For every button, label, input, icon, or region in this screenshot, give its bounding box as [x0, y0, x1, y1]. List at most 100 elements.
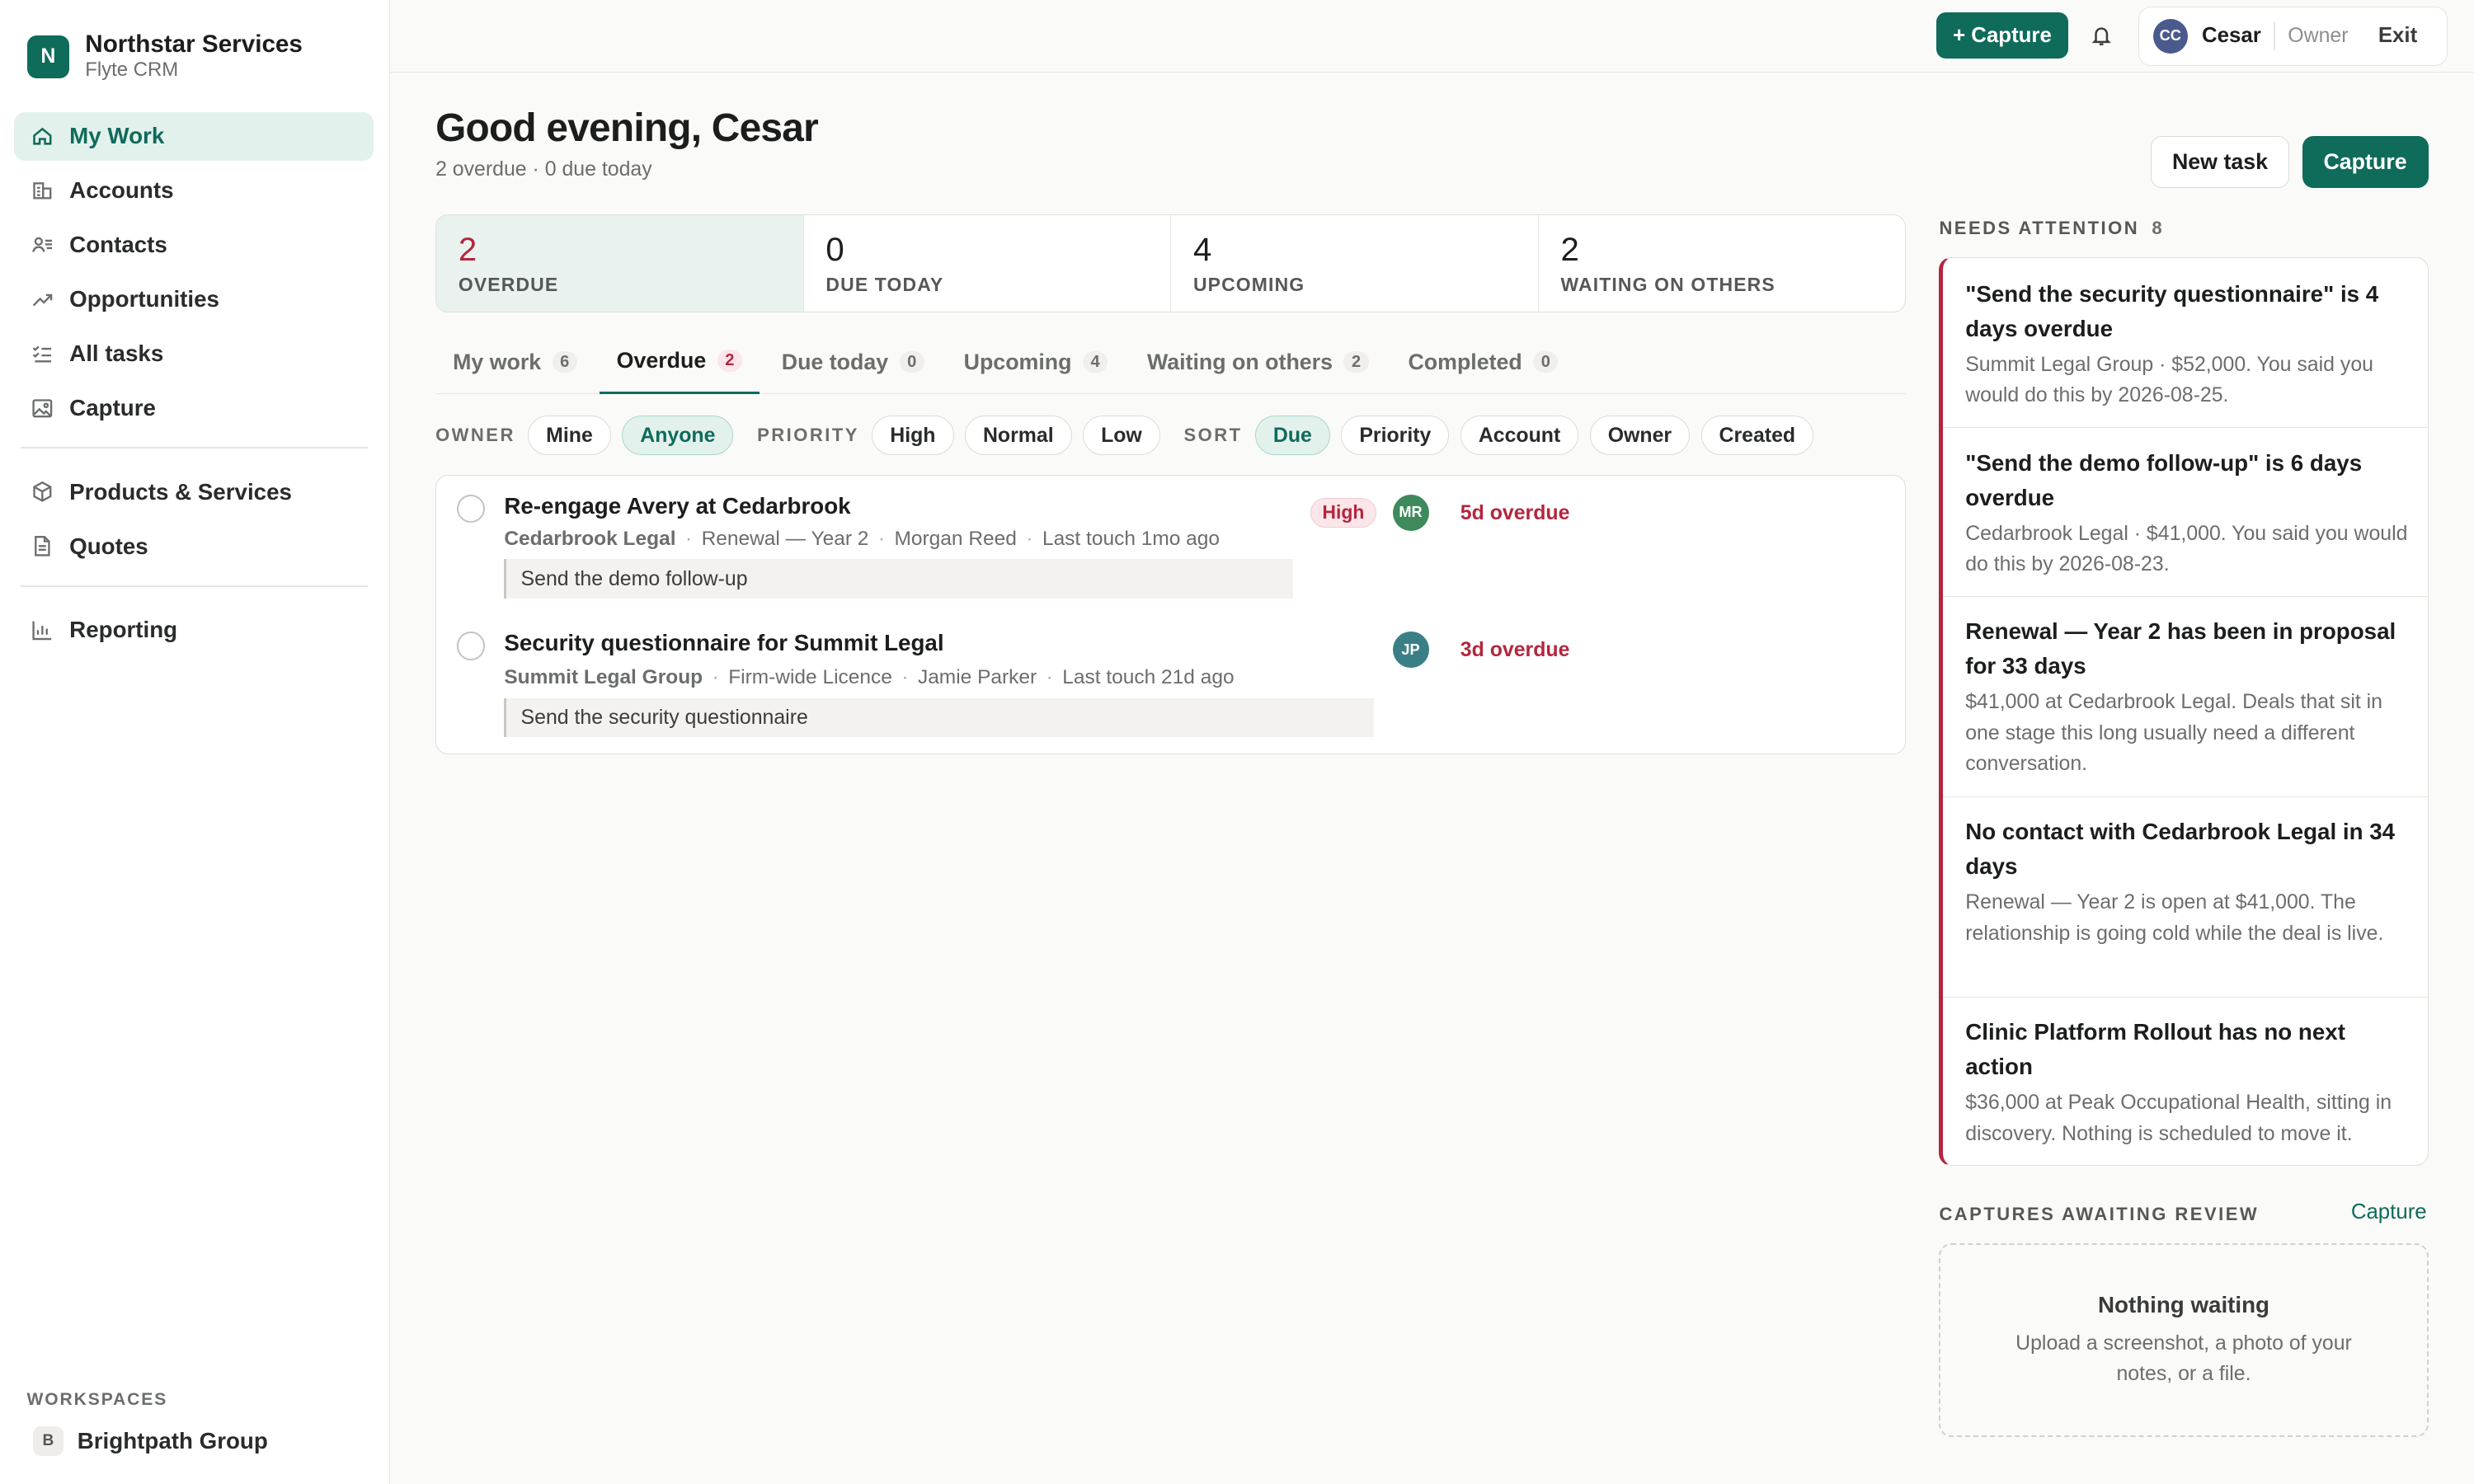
stat-waiting[interactable]: 2 WAITING ON OTHERS	[1539, 215, 1906, 312]
sidebar-item-label: My Work	[69, 123, 165, 149]
sort-owner[interactable]: Owner	[1589, 416, 1691, 455]
task-meta: Cedarbrook Legal · Renewal — Year 2 · Morgan…	[504, 528, 1221, 551]
list-item[interactable]: "Send the demo follow-up" is 6 days over…	[1943, 428, 2428, 598]
task-account[interactable]: Summit Legal Group	[504, 666, 703, 688]
tab-due-today[interactable]: Due today 0	[764, 342, 942, 394]
sidebar-item-capture[interactable]: Capture	[14, 384, 374, 433]
task-deal: Renewal — Year 2	[701, 528, 869, 551]
captures-dropzone[interactable]: Nothing waiting Upload a screenshot, a p…	[1939, 1242, 2429, 1437]
captures-capture-link[interactable]: Capture	[2351, 1200, 2427, 1224]
task-account[interactable]: Cedarbrook Legal	[504, 528, 675, 550]
new-task-button[interactable]: New task	[2150, 135, 2290, 188]
workspace-name: Brightpath Group	[77, 1427, 268, 1453]
tab-waiting-on-others[interactable]: Waiting on others 2	[1130, 342, 1386, 394]
sidebar-item-label: Reporting	[69, 617, 178, 643]
filter-priority-low[interactable]: Low	[1083, 416, 1160, 455]
sidebar-item-products-services[interactable]: Products & Services	[14, 467, 374, 516]
tab-count: 2	[1343, 350, 1369, 373]
tab-label: Completed	[1408, 349, 1522, 374]
divider	[2274, 21, 2275, 51]
sidebar-item-quotes[interactable]: Quotes	[14, 522, 374, 571]
sort-account[interactable]: Account	[1460, 416, 1579, 455]
sidebar-item-accounts[interactable]: Accounts	[14, 167, 374, 215]
task-note: Send the demo follow-up	[504, 559, 1293, 599]
tab-label: Due today	[781, 349, 889, 374]
filter-bar: OWNER Mine Anyone PRIORITY High Normal L…	[435, 415, 1824, 456]
page-subtitle: 2 overdue · 0 due today	[435, 157, 652, 181]
stat-value: 2	[1560, 231, 1579, 269]
complete-checkbox[interactable]	[456, 632, 486, 660]
tab-label: Overdue	[616, 348, 707, 373]
user-name: Cesar	[2202, 24, 2261, 48]
image-icon	[30, 396, 55, 421]
sidebar-item-label: Opportunities	[69, 286, 219, 312]
workspace-item-brightpath[interactable]: B Brightpath Group	[33, 1425, 268, 1456]
complete-checkbox[interactable]	[456, 494, 486, 524]
tab-completed[interactable]: Completed 0	[1390, 342, 1575, 394]
due-status: 5d overdue	[1460, 500, 1570, 524]
filter-label-sort: SORT	[1183, 425, 1243, 446]
brand-name: Northstar Services	[85, 31, 303, 59]
list-item[interactable]: Clinic Platform Rollout has no next acti…	[1943, 998, 2427, 1165]
page-title: Good evening, Cesar	[435, 106, 819, 151]
capture-button[interactable]: + Capture	[1935, 12, 2069, 59]
workspace-badge: B	[33, 1425, 63, 1456]
list-item[interactable]: Renewal — Year 2 has been in proposal fo…	[1943, 597, 2428, 798]
workspaces-label: WORKSPACES	[26, 1389, 168, 1409]
box-icon	[30, 479, 55, 505]
table-row[interactable]: Re-engage Avery at Cedarbrook Cedarbrook…	[436, 476, 1905, 614]
filter-priority-normal[interactable]: Normal	[964, 416, 1072, 455]
tab-count: 2	[717, 350, 742, 372]
sidebar-item-opportunities[interactable]: Opportunities	[14, 275, 374, 324]
sort-due[interactable]: Due	[1254, 416, 1330, 455]
document-icon	[30, 533, 55, 559]
task-title[interactable]: Re-engage Avery at Cedarbrook	[504, 493, 850, 519]
task-list: Re-engage Avery at Cedarbrook Cedarbrook…	[435, 474, 1907, 754]
task-meta: Summit Legal Group · Firm-wide Licence · Jam…	[504, 666, 1235, 689]
sidebar-item-label: Capture	[69, 395, 156, 421]
filter-owner-anyone[interactable]: Anyone	[622, 416, 734, 455]
task-last-touch: Last touch 21d ago	[1062, 666, 1235, 689]
task-title[interactable]: Security questionnaire for Summit Legal	[504, 630, 943, 656]
stat-upcoming[interactable]: 4 UPCOMING	[1171, 215, 1539, 312]
building-icon	[30, 178, 55, 204]
bell-icon[interactable]	[2087, 21, 2115, 49]
needs-attention-list: "Send the security questionnaire" is 4 d…	[1939, 256, 2429, 1166]
checklist-icon	[30, 341, 55, 367]
sidebar-item-contacts[interactable]: Contacts	[14, 221, 374, 270]
tab-label: Upcoming	[963, 349, 1072, 374]
sidebar: N Northstar Services Flyte CRM My Work A…	[0, 0, 390, 1484]
empty-state-title: Nothing waiting	[2098, 1292, 2269, 1318]
table-row[interactable]: Security questionnaire for Summit Legal …	[436, 614, 1905, 753]
list-item[interactable]: "Send the security questionnaire" is 4 d…	[1943, 258, 2428, 429]
sidebar-item-reporting[interactable]: Reporting	[14, 606, 374, 655]
task-last-touch: Last touch 1mo ago	[1042, 528, 1221, 551]
app-root: N Northstar Services Flyte CRM My Work A…	[0, 0, 2474, 1484]
filter-label-owner: OWNER	[435, 425, 515, 446]
tab-overdue[interactable]: Overdue 2	[599, 342, 760, 395]
user-role: Owner	[2288, 24, 2349, 48]
exit-button[interactable]: Exit	[2378, 24, 2417, 48]
captures-heading: CAPTURES AWAITING REVIEW	[1939, 1203, 2260, 1224]
brand[interactable]: N Northstar Services Flyte CRM	[26, 31, 303, 82]
sort-created[interactable]: Created	[1700, 416, 1814, 455]
tab-upcoming[interactable]: Upcoming 4	[947, 342, 1126, 394]
filter-owner-mine[interactable]: Mine	[528, 416, 611, 455]
filter-priority-high[interactable]: High	[872, 416, 954, 455]
stat-due-today[interactable]: 0 DUE TODAY	[804, 215, 1172, 312]
sidebar-item-label: Products & Services	[69, 478, 292, 505]
sidebar-divider	[20, 447, 368, 449]
sidebar-item-my-work[interactable]: My Work	[14, 111, 374, 162]
due-status: 3d overdue	[1460, 637, 1570, 661]
sidebar-item-all-tasks[interactable]: All tasks	[14, 330, 374, 378]
user-menu[interactable]: CC Cesar Owner Exit	[2138, 6, 2448, 67]
stat-overdue[interactable]: 2 OVERDUE	[436, 215, 804, 312]
capture-main-button[interactable]: Capture	[2302, 135, 2429, 188]
stat-value: 2	[458, 231, 477, 269]
tab-my-work[interactable]: My work 6	[435, 342, 595, 394]
attention-body: Summit Legal Group · $52,000. You said y…	[1965, 352, 2373, 407]
avatar: JP	[1392, 632, 1429, 669]
sort-priority[interactable]: Priority	[1341, 416, 1450, 455]
list-item[interactable]: No contact with Cedarbrook Legal in 34 d…	[1943, 797, 2428, 998]
brand-logo: N	[26, 35, 70, 78]
